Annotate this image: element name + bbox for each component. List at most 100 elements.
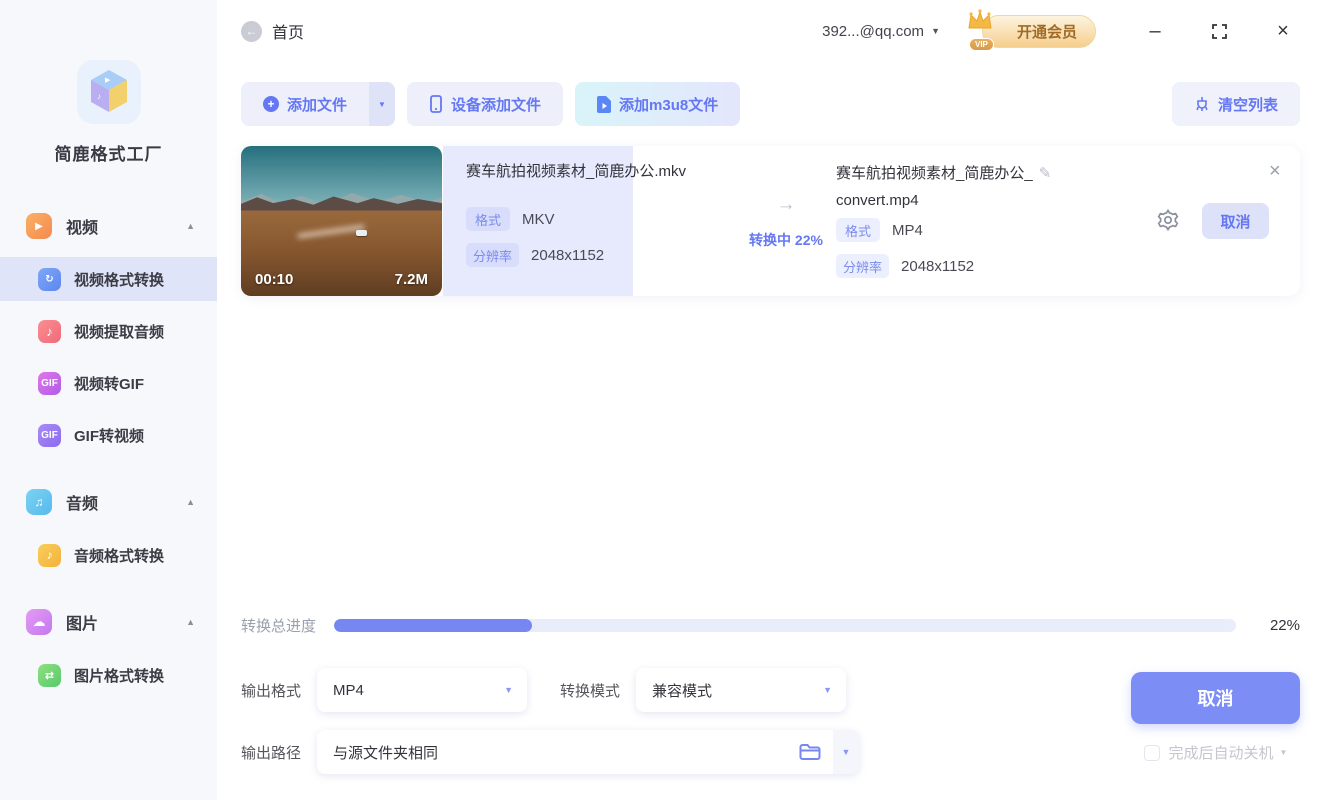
main-area: ← 首页 392...@qq.com ▼ VIP 开通会员 – × + 添加文件…: [217, 0, 1326, 800]
task-settings-gear-icon[interactable]: [1156, 208, 1180, 237]
cube-logo-icon: ♪ ▶: [90, 70, 127, 112]
remove-task-icon[interactable]: ×: [1269, 160, 1281, 183]
sidebar-item-label: 音频: [66, 496, 99, 513]
output-format-select[interactable]: MP4 ▼: [317, 668, 528, 712]
auto-shutdown-option[interactable]: 完成后自动关机 ▼: [1143, 742, 1288, 763]
source-file-name: 赛车航拍视频素材_简鹿办公.mkv: [466, 163, 687, 180]
image-icon: [26, 609, 52, 635]
add-file-split-button: + 添加文件 ▼: [241, 82, 396, 126]
video-filesize: 7.2M: [394, 271, 428, 288]
vip-upgrade-button[interactable]: VIP 开通会员: [968, 8, 1096, 51]
image-convert-icon: [38, 663, 61, 687]
svg-text:♪: ♪: [97, 92, 101, 101]
sidebar-item-audio-convert[interactable]: 音频格式转换: [0, 533, 217, 577]
format-badge: 格式: [466, 207, 510, 231]
sidebar-item-label: 视频转GIF: [74, 375, 144, 393]
conversion-task-row: 00:10 7.2M 赛车航拍视频素材_简鹿办公.mkv 格式 MKV 分辨率 …: [241, 146, 1300, 296]
titlebar: ← 首页 392...@qq.com ▼ VIP 开通会员 – ×: [217, 0, 1326, 62]
maximize-button[interactable]: [1204, 16, 1234, 46]
sidebar-item-label: GIF转视频: [74, 427, 144, 445]
video-thumbnail[interactable]: 00:10 7.2M: [241, 146, 442, 296]
device-add-file-button[interactable]: 设备添加文件: [407, 82, 564, 126]
auto-shutdown-label: 完成后自动关机: [1168, 745, 1274, 762]
collapse-up-icon[interactable]: ▲: [186, 497, 195, 507]
audio-icon: [26, 489, 52, 515]
output-path-value: 与源文件夹相同: [333, 744, 439, 762]
auto-shutdown-checkbox[interactable]: [1143, 744, 1160, 761]
video-duration: 00:10: [255, 271, 294, 288]
sidebar: ♪ ▶ 简鹿格式工厂 视频 ▲ 视频格式转换 视频提取音频 视频: [0, 0, 217, 800]
content: + 添加文件 ▼ 设备添加文件 添加m3u8文件 清空列表 00:10 7.2M…: [217, 62, 1326, 800]
phone-icon: [429, 95, 443, 113]
sidebar-menu: 视频 ▲ 视频格式转换 视频提取音频 视频转GIF GIF转视频: [0, 203, 217, 705]
convert-mode-label: 转换模式: [560, 682, 621, 700]
bottom-controls: 输出格式 MP4 ▼ 转换模式 兼容模式 ▼ 输出路径 与源文件夹相同 ▼ 取消…: [241, 668, 1300, 800]
video-convert-icon: [38, 267, 61, 291]
vip-tag: VIP: [968, 37, 994, 51]
window-controls: – ×: [1140, 16, 1298, 46]
source-format-value: MKV: [522, 210, 555, 228]
total-progress-label: 转换总进度: [241, 618, 317, 635]
add-file-label: 添加文件: [287, 96, 348, 114]
titlebar-right: 392...@qq.com ▼ VIP 开通会员 – ×: [822, 8, 1298, 51]
collapse-up-icon[interactable]: ▲: [186, 221, 195, 231]
minimize-button[interactable]: –: [1140, 16, 1170, 46]
m3u8-file-icon: [597, 95, 612, 113]
source-file-info: 赛车航拍视频素材_简鹿办公.mkv 格式 MKV 分辨率 2048x1152: [466, 160, 686, 267]
chevron-down-icon: ▼: [823, 685, 833, 695]
folder-icon[interactable]: [787, 743, 833, 761]
shutdown-dropdown-icon[interactable]: ▼: [1280, 748, 1288, 757]
progress-percent: 22%: [1269, 617, 1300, 634]
vip-label: 开通会员: [1016, 23, 1077, 41]
edit-name-icon[interactable]: ✎: [1039, 165, 1052, 182]
sidebar-item-image-convert[interactable]: 图片格式转换: [0, 653, 217, 697]
add-m3u8-label: 添加m3u8文件: [619, 96, 719, 114]
sidebar-item-video-convert[interactable]: 视频格式转换: [0, 257, 217, 301]
sidebar-item-gif-to-video[interactable]: GIF转视频: [0, 413, 217, 457]
output-file-info: 赛车航拍视频素材_简鹿办公_ ✎ convert.mp4 格式 MP4 分辨率 20…: [836, 160, 1086, 278]
add-file-dropdown-icon[interactable]: ▼: [369, 82, 396, 126]
account-dropdown-icon[interactable]: ▼: [931, 26, 940, 36]
sidebar-item-label: 视频格式转换: [74, 271, 165, 289]
sidebar-item-video[interactable]: 视频 ▲: [0, 203, 217, 249]
total-progress: 转换总进度 22%: [241, 615, 1300, 636]
account-email[interactable]: 392...@qq.com: [822, 23, 924, 40]
path-dropdown-icon[interactable]: ▼: [833, 730, 860, 774]
convert-mode-value: 兼容模式: [652, 682, 713, 700]
sidebar-item-video-to-gif[interactable]: 视频转GIF: [0, 361, 217, 405]
add-m3u8-button[interactable]: 添加m3u8文件: [575, 82, 741, 126]
close-button[interactable]: ×: [1268, 16, 1298, 46]
collapse-up-icon[interactable]: ▲: [186, 617, 195, 627]
add-file-button[interactable]: + 添加文件: [241, 82, 370, 126]
crown-icon: [965, 8, 995, 39]
page-title: 首页: [272, 25, 305, 42]
app-title: 简鹿格式工厂: [54, 145, 163, 164]
device-add-file-label: 设备添加文件: [451, 96, 542, 114]
sidebar-item-label: 视频提取音频: [74, 323, 165, 341]
video-icon: [26, 213, 52, 239]
format-badge: 格式: [836, 218, 880, 242]
conversion-status-text: 转换中 22%: [749, 232, 823, 248]
app-logo-area: ♪ ▶ 简鹿格式工厂: [0, 0, 217, 165]
output-path-input[interactable]: 与源文件夹相同 ▼: [317, 730, 860, 774]
video-to-gif-icon: [38, 371, 61, 395]
arrow-right-icon: →: [776, 194, 796, 215]
toolbar: + 添加文件 ▼ 设备添加文件 添加m3u8文件 清空列表: [241, 82, 1300, 126]
app-logo-icon: ♪ ▶: [76, 60, 141, 124]
audio-convert-icon: [38, 543, 61, 567]
output-format-value: MP4: [333, 681, 364, 699]
clear-list-label: 清空列表: [1217, 96, 1278, 114]
sidebar-item-video-extract-audio[interactable]: 视频提取音频: [0, 309, 217, 353]
sidebar-item-audio[interactable]: 音频 ▲: [0, 479, 217, 525]
back-button[interactable]: ←: [241, 20, 262, 42]
broom-icon: [1194, 96, 1210, 112]
task-cancel-button[interactable]: 取消: [1202, 203, 1269, 239]
cancel-all-button[interactable]: 取消: [1131, 672, 1300, 724]
sidebar-item-image[interactable]: 图片 ▲: [0, 599, 217, 645]
clear-list-button[interactable]: 清空列表: [1171, 82, 1300, 126]
progress-fill: [334, 619, 533, 632]
sidebar-item-label: 图片: [66, 616, 99, 633]
convert-mode-select[interactable]: 兼容模式 ▼: [636, 668, 847, 712]
gif-to-video-icon: [38, 423, 61, 447]
output-resolution-value: 2048x1152: [901, 257, 975, 275]
